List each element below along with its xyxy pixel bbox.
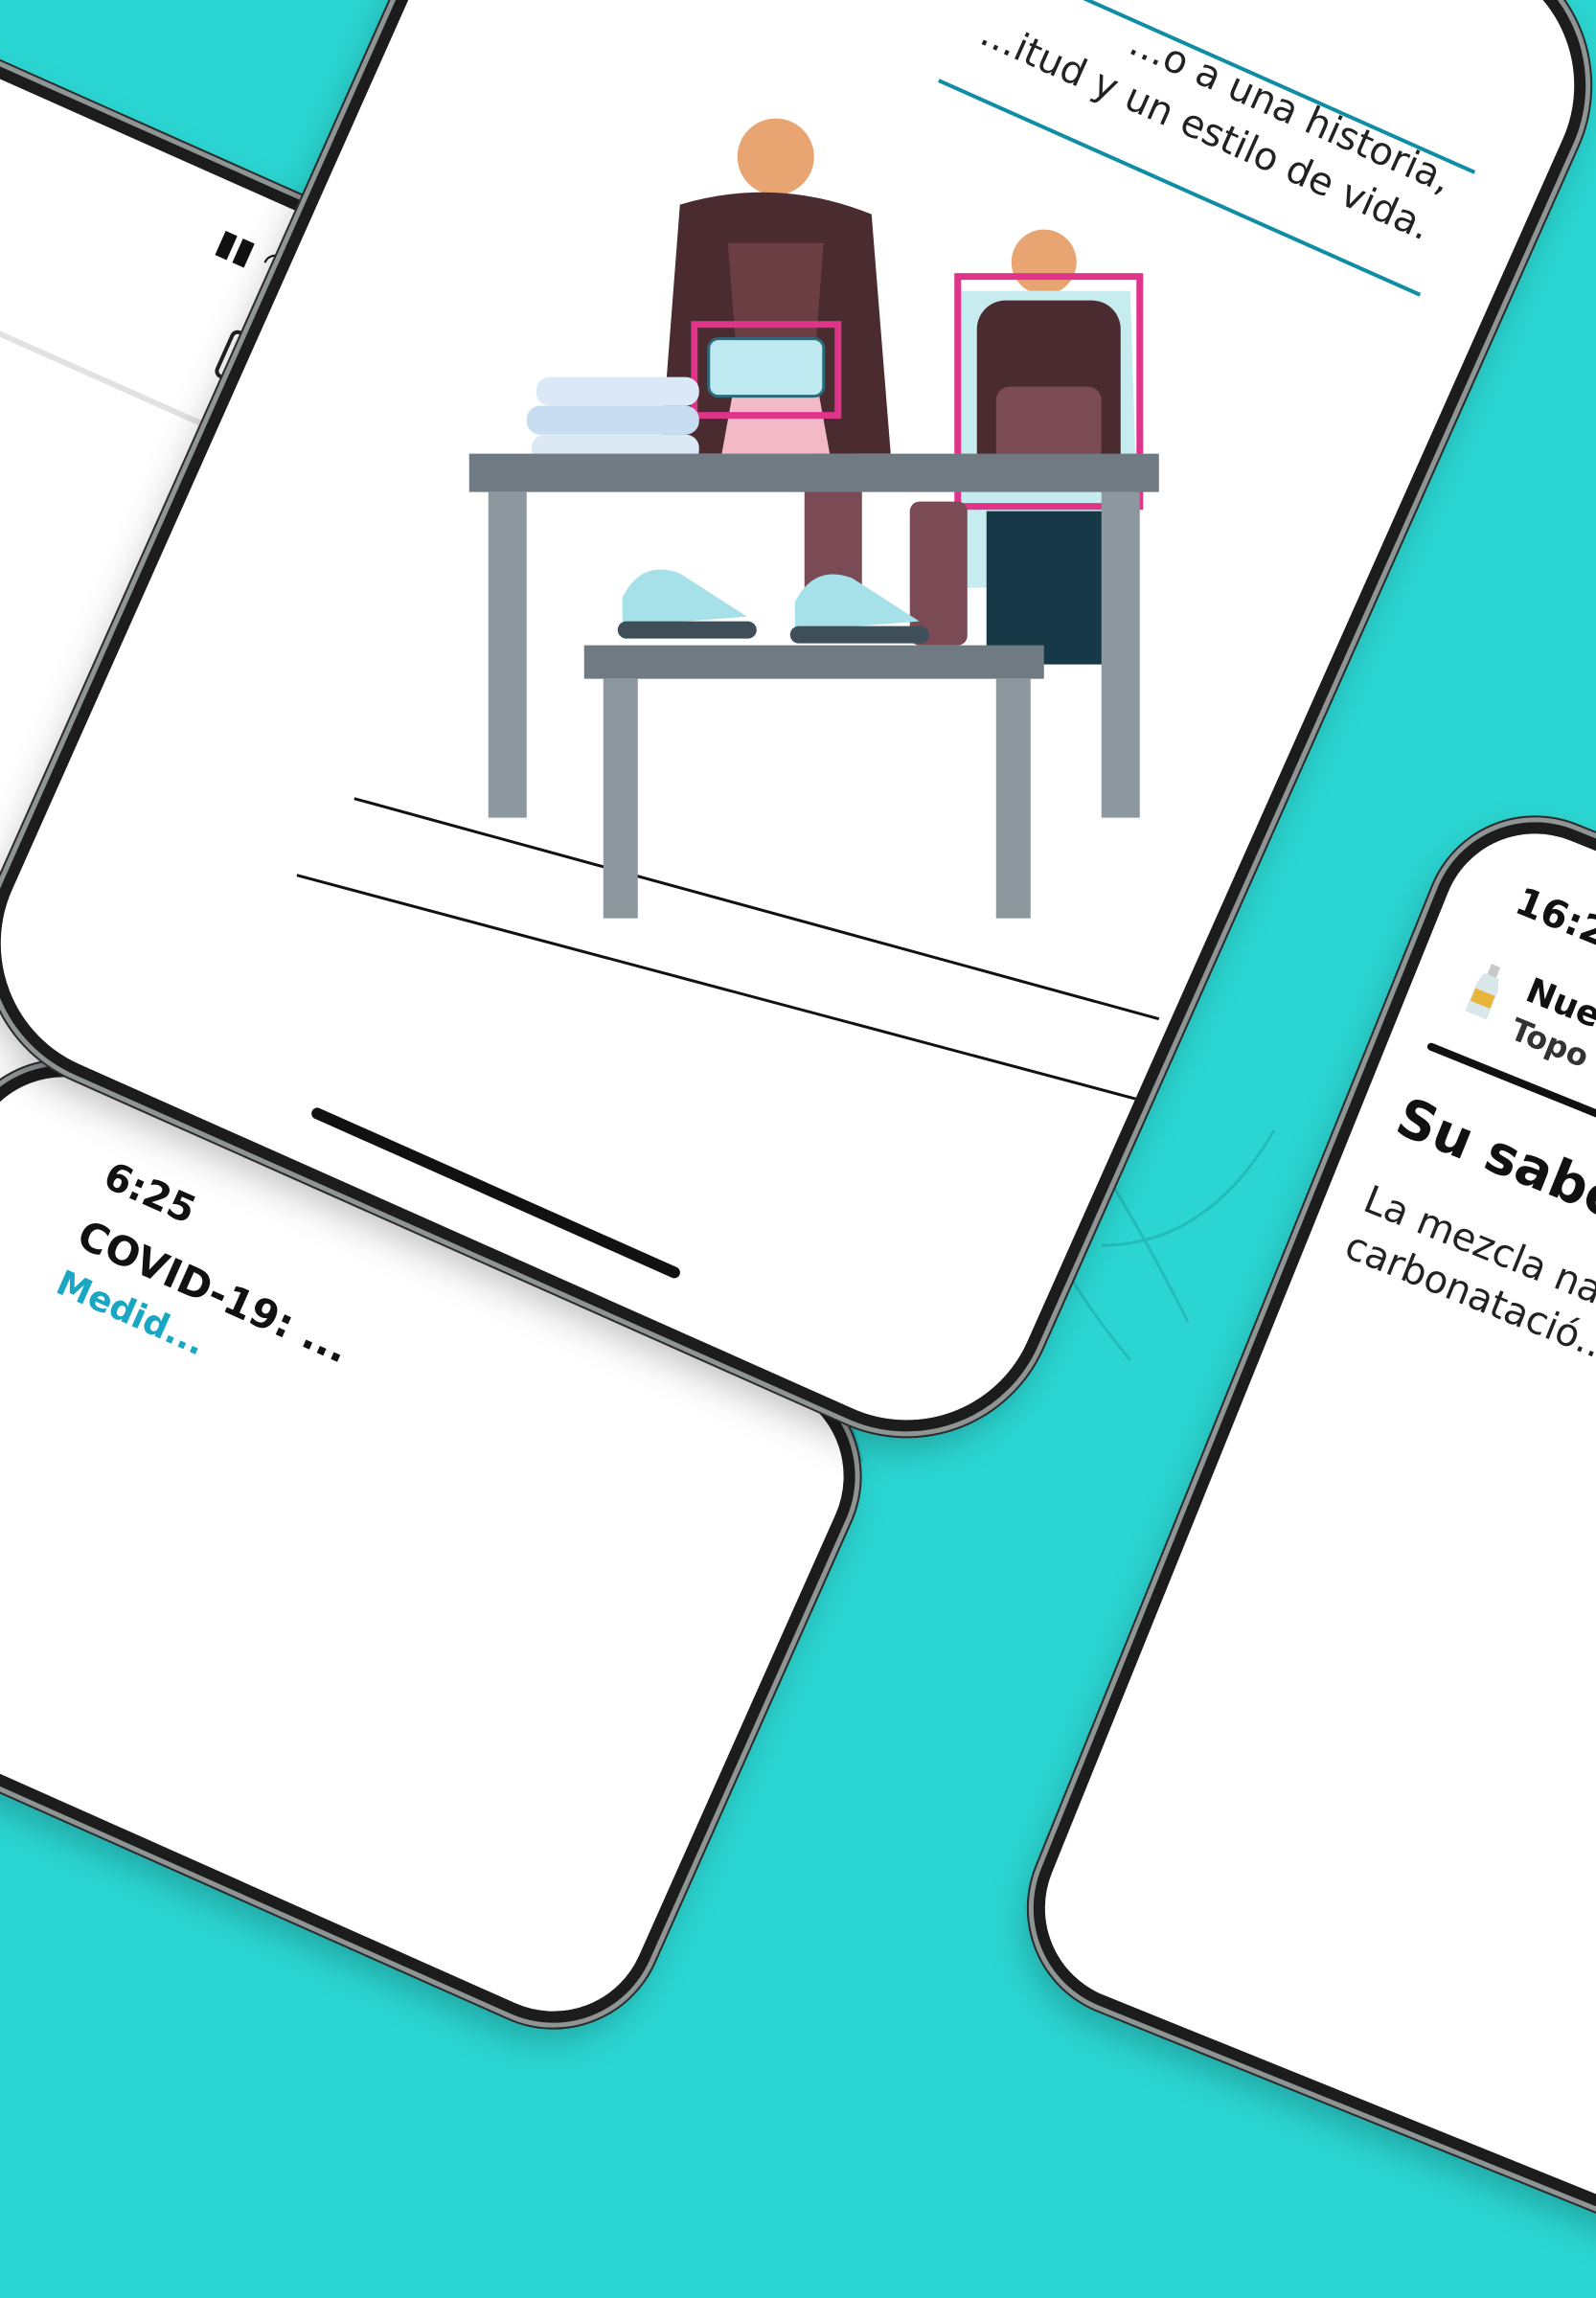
- status-time: 16:25: [1509, 878, 1596, 967]
- folded-clothes: [526, 376, 699, 464]
- store-illustration: [296, 118, 1160, 1107]
- lower-table-top: [583, 645, 1044, 679]
- table-leg: [995, 678, 1031, 919]
- bottle: [909, 501, 968, 646]
- table-leg: [1101, 491, 1140, 818]
- signal-icon: ▮▮: [210, 221, 262, 274]
- table-leg: [603, 678, 638, 919]
- sneaker: [617, 569, 757, 639]
- section-body: La mezcla natural d... carbonatació...: [1338, 1175, 1596, 1519]
- bottle-icon: [1465, 964, 1501, 1020]
- sneaker: [789, 574, 929, 644]
- floor-line: [353, 797, 1160, 1021]
- table-leg: [488, 491, 527, 818]
- table-top: [468, 453, 1159, 492]
